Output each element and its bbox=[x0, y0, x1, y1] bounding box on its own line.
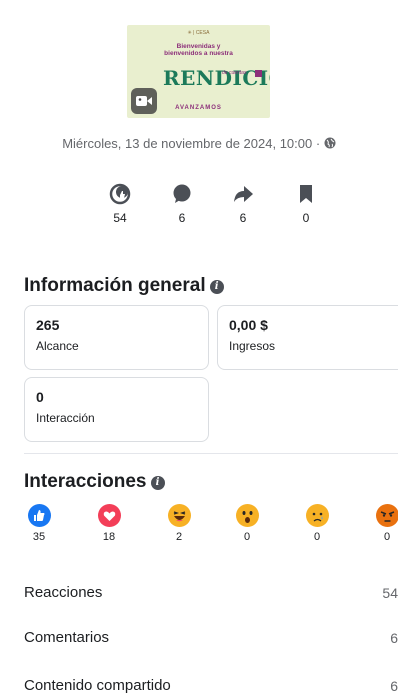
metric-row-value: 54 bbox=[382, 585, 398, 601]
reaction-sad: 0 bbox=[302, 504, 332, 543]
post-date-text: Miércoles, 13 de noviembre de 2024, 10:0… bbox=[62, 136, 324, 151]
reaction-angry: 0 bbox=[372, 504, 398, 543]
reaction-love: 18 bbox=[94, 504, 124, 543]
sad-icon bbox=[305, 504, 329, 527]
metric-row-value: 6 bbox=[390, 678, 398, 694]
card-alcance[interactable]: 265 Alcance bbox=[24, 305, 209, 370]
reaction-like: 35 bbox=[24, 504, 54, 543]
video-camera-icon bbox=[131, 88, 157, 114]
share-icon bbox=[223, 183, 263, 205]
like-icon bbox=[27, 504, 51, 527]
reaction-sad-count: 0 bbox=[313, 531, 321, 543]
globe-icon bbox=[324, 137, 336, 149]
reaction-haha-count: 2 bbox=[175, 531, 183, 543]
stat-saves-value: 0 bbox=[302, 211, 310, 225]
reaction-love-count: 18 bbox=[102, 531, 116, 543]
interactions-title-text: Interacciones bbox=[24, 471, 147, 492]
stat-shares-value: 6 bbox=[239, 211, 247, 225]
stat-reactions[interactable]: 54 bbox=[100, 183, 140, 225]
metric-row-label: Reacciones bbox=[24, 584, 103, 601]
comment-icon bbox=[162, 183, 202, 205]
card-ingresos-label: Ingresos bbox=[229, 339, 276, 353]
thumbnail-welcome-text: Bienvenidas y bienvenidos a nuestra bbox=[164, 43, 233, 57]
interactions-section-title: Interacciones i bbox=[24, 471, 165, 493]
thumbnail-badge bbox=[255, 70, 262, 77]
card-interaccion-label: Interacción bbox=[36, 411, 95, 425]
section-divider bbox=[24, 453, 398, 454]
thumbnail-subtitle: de cuentas bbox=[222, 70, 247, 76]
general-title-text: Información general bbox=[24, 275, 206, 296]
stat-comments[interactable]: 6 bbox=[162, 183, 202, 225]
reaction-like-count: 35 bbox=[32, 531, 46, 543]
reaction-haha: 2 bbox=[164, 504, 194, 543]
thumbnail-title: RENDICIÓN bbox=[163, 66, 270, 90]
reactions-icon bbox=[100, 183, 140, 205]
card-ingresos-value: 0,00 $ bbox=[229, 317, 268, 333]
general-section-title: Información general i bbox=[24, 275, 224, 297]
love-icon bbox=[97, 504, 121, 527]
haha-icon bbox=[167, 504, 191, 527]
wow-icon bbox=[235, 504, 259, 527]
bookmark-icon bbox=[286, 183, 326, 205]
post-date: Miércoles, 13 de noviembre de 2024, 10:0… bbox=[0, 136, 398, 151]
metric-row-label: Comentarios bbox=[24, 629, 110, 646]
post-stats: 54 6 6 0 bbox=[0, 183, 398, 233]
card-ingresos[interactable]: 0,00 $ Ingresos bbox=[217, 305, 398, 370]
card-alcance-label: Alcance bbox=[36, 339, 79, 353]
stat-saves[interactable]: 0 bbox=[286, 183, 326, 225]
thumbnail-logos: ✳ | CESA bbox=[187, 30, 210, 36]
info-icon[interactable]: i bbox=[209, 280, 224, 294]
card-interaccion-value: 0 bbox=[36, 389, 44, 405]
metric-row-label: Contenido compartido bbox=[24, 677, 171, 694]
stat-comments-value: 6 bbox=[178, 211, 186, 225]
card-interaccion[interactable]: 0 Interacción bbox=[24, 377, 209, 442]
info-icon[interactable]: i bbox=[150, 476, 165, 490]
card-alcance-value: 265 bbox=[36, 317, 60, 333]
reaction-wow: 0 bbox=[232, 504, 262, 543]
reaction-wow-count: 0 bbox=[243, 531, 251, 543]
stat-reactions-value: 54 bbox=[113, 211, 127, 225]
angry-icon bbox=[375, 504, 398, 527]
reaction-angry-count: 0 bbox=[383, 531, 391, 543]
stat-shares[interactable]: 6 bbox=[223, 183, 263, 225]
metric-row-value: 6 bbox=[390, 630, 398, 646]
